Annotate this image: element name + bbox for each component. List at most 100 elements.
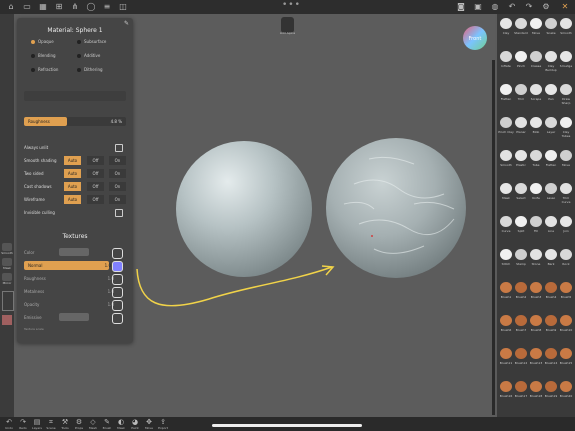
bottom-layers-button[interactable]: ▤ Layers [30,418,44,430]
brush-brush19-icon[interactable] [545,381,557,392]
cast-shadows-off[interactable]: Off [87,182,104,191]
brush-settings-icon[interactable]: ✕ [560,2,570,12]
brush-fill-icon[interactable] [530,216,542,227]
brush-brush14-icon[interactable] [545,348,557,359]
lines-icon[interactable]: ≡ [102,2,112,12]
mask-tool-icon[interactable] [2,258,12,266]
frame-icon[interactable]: ⊞ [54,2,64,12]
two-sided-on[interactable]: On [109,169,126,178]
bottom-brush-button[interactable]: ✎ Brush [100,418,114,430]
brush-brush1-icon[interactable] [500,282,512,293]
brush-split-icon[interactable] [515,216,527,227]
mirror-tool-icon[interactable] [2,273,12,281]
always-unlit-checkbox[interactable] [115,144,123,152]
brush-select-icon[interactable] [515,183,527,194]
brush-stitch-icon[interactable] [500,249,512,260]
shading-refraction[interactable]: Refraction [31,66,58,74]
shading-opaque[interactable]: Opaque [31,38,54,46]
brush-lasso-icon[interactable] [545,183,557,194]
brush-brush17-icon[interactable] [515,381,527,392]
brush-brush11-icon[interactable] [500,348,512,359]
brush-pan-icon[interactable] [545,84,557,95]
texture-metalness-row[interactable]: Metalness 1.0 [24,287,114,296]
camera-icon[interactable]: ◙ [456,2,466,12]
bottom-export-button[interactable]: ⇪ Export [156,418,170,430]
brush-inflate-icon[interactable] [500,51,512,62]
wireframe-on[interactable]: On [109,195,126,204]
brush-scrape-icon[interactable] [530,84,542,95]
brush-clay-icon[interactable] [500,18,512,29]
bottom-paint-button[interactable]: ◕ Paint [128,418,142,430]
brush-brush3-icon[interactable] [530,282,542,293]
shading-subsurface[interactable]: Subsurface [77,38,106,46]
shading-blending[interactable]: Blending [31,52,56,60]
texture-color-row[interactable]: Color [24,248,34,257]
grid-icon[interactable]: ▦ [38,2,48,12]
texture-opacity-box[interactable] [112,300,123,311]
cast-shadows-on[interactable]: On [109,182,126,191]
brush-brush12-icon[interactable] [515,348,527,359]
menu-dots[interactable]: ••• [282,0,301,10]
brush-trim-icon[interactable] [515,84,527,95]
brush-brush9-icon[interactable] [545,315,557,326]
bottom-undo-button[interactable]: ↶ Undo [2,418,16,430]
sphere-icon[interactable]: ◯ [86,2,96,12]
globe-icon[interactable]: ◍ [490,2,500,12]
brush-curve-icon[interactable] [500,216,512,227]
image-icon[interactable]: ▣ [473,2,483,12]
roughness-slider[interactable]: Roughness 4.8 % [24,117,126,126]
brush-brush6-icon[interactable] [500,315,512,326]
brush-mask-icon[interactable] [500,183,512,194]
brush-stamp-icon[interactable] [515,249,527,260]
pin-icon[interactable]: ✎ [124,20,129,27]
brush-smooth-icon[interactable] [500,150,512,161]
brush-pinch-icon[interactable] [515,51,527,62]
brush-line-icon[interactable] [545,216,557,227]
brush-move-icon[interactable] [530,18,542,29]
color-texture-slot[interactable] [59,248,89,256]
texture-opacity-row[interactable]: Opacity 1.0 [24,300,114,309]
brush-tube-icon[interactable] [530,150,542,161]
home-icon[interactable]: ⌂ [6,2,16,12]
emissive-texture-slot[interactable] [59,313,89,321]
brush-brush20-icon[interactable] [560,381,572,392]
brush-clay-tubes-icon[interactable] [560,117,572,128]
smooth-shading-on[interactable]: On [109,156,126,165]
undo-icon[interactable]: ↶ [507,2,517,12]
folder-icon[interactable]: ▭ [22,2,32,12]
brush-elastic-icon[interactable] [515,150,527,161]
brush-crease-icon[interactable] [530,51,542,62]
brush-draw-sharp-icon[interactable] [560,84,572,95]
texture-roughness-box[interactable] [112,274,123,285]
wireframe-auto[interactable]: Auto [64,195,81,204]
brush-rock-icon[interactable] [560,249,572,260]
bottom-props-button[interactable]: ⚙ Props [72,418,86,430]
texture-normal-box[interactable] [112,261,123,272]
brush-brush13-icon[interactable] [530,348,542,359]
brush-standard-icon[interactable] [515,18,527,29]
cast-shadows-auto[interactable]: Auto [64,182,81,191]
color-swatch[interactable] [2,315,12,325]
texture-color-box[interactable] [112,248,123,259]
texture-emissive-box[interactable] [112,313,123,324]
smooth-tool-icon[interactable] [2,243,12,251]
texture-normal-row[interactable]: Normal 1.0 [24,261,111,270]
smooth-shading-off[interactable]: Off [87,156,104,165]
brush-size-slider[interactable] [2,291,14,311]
bottom-mesh-button[interactable]: ◇ Mesh [86,418,100,430]
smooth-shading-auto[interactable]: Auto [64,156,81,165]
smooth-sphere[interactable] [176,141,312,277]
redo-icon[interactable]: ↷ [524,2,534,12]
bottom-redo-button[interactable]: ↷ Redo [16,418,30,430]
two-sided-auto[interactable]: Auto [64,169,81,178]
brush-flatten-icon[interactable] [500,84,512,95]
bottom-scene-button[interactable]: ⌗ Scene [44,418,58,430]
brush-join-icon[interactable] [560,216,572,227]
brush-flatten-icon[interactable] [545,150,557,161]
brush-trim-curve-icon[interactable] [560,183,572,194]
brush-brush2-icon[interactable] [515,282,527,293]
brush-move-icon[interactable] [560,150,572,161]
brush-pinch-clay-icon[interactable] [500,117,512,128]
texture-emissive-row[interactable]: Emissive [24,313,42,322]
brush-smudge-icon[interactable] [560,51,572,62]
